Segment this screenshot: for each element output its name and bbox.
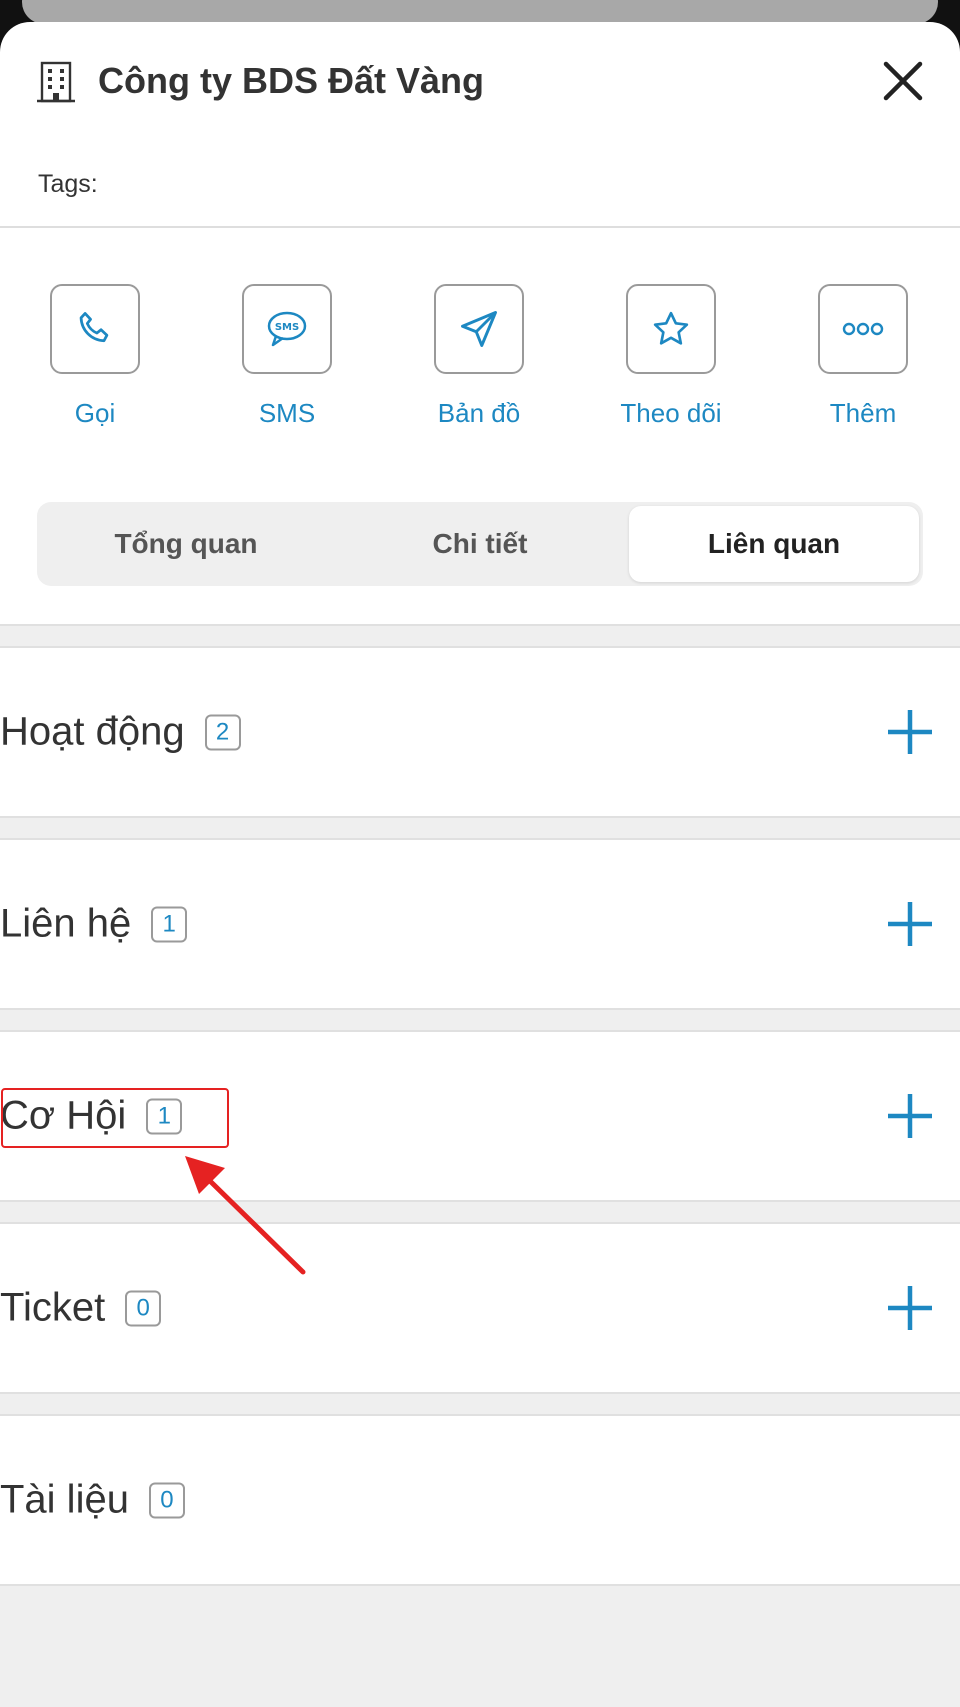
section-name-wrapper: Ticket 0 bbox=[0, 1285, 162, 1331]
section-label: Ticket bbox=[0, 1285, 106, 1330]
count-badge: 2 bbox=[204, 714, 241, 750]
svg-text:SMS: SMS bbox=[275, 322, 299, 333]
follow-label: Theo dõi bbox=[620, 398, 722, 428]
section-label: Liên hệ bbox=[0, 901, 132, 946]
section-separator bbox=[0, 1008, 960, 1032]
section-name-wrapper: Hoạt động 2 bbox=[0, 710, 241, 755]
more-label: Thêm bbox=[829, 398, 897, 428]
tags-label: Tags: bbox=[38, 170, 98, 198]
sms-label: SMS bbox=[258, 398, 316, 428]
add-icon[interactable] bbox=[886, 1284, 934, 1332]
add-icon[interactable] bbox=[886, 708, 934, 756]
navigation-icon bbox=[461, 311, 497, 347]
section-label: Tài liệu bbox=[0, 1477, 129, 1522]
count-badge: 0 bbox=[148, 1482, 185, 1518]
close-icon[interactable] bbox=[880, 58, 926, 104]
call-button-box bbox=[50, 284, 140, 374]
tab-details[interactable]: Chi tiết bbox=[335, 506, 625, 582]
section-separator bbox=[0, 624, 960, 648]
annotation-highlight-box bbox=[1, 1088, 229, 1148]
section-separator bbox=[0, 1392, 960, 1416]
map-button-box bbox=[434, 284, 524, 374]
section-name-wrapper: Tài liệu 0 bbox=[0, 1478, 185, 1523]
map-button[interactable]: Bản đồ bbox=[409, 284, 549, 429]
quick-actions: Gọi SMS SMS Bản đồ Theo dõi Thêm bbox=[0, 284, 960, 464]
bottom-sheet: Công ty BDS Đất Vàng Tags: Gọi SMS SMS B… bbox=[0, 22, 960, 1707]
tab-bar: Tổng quan Chi tiết Liên quan bbox=[37, 502, 923, 586]
add-icon[interactable] bbox=[886, 900, 934, 948]
call-label: Gọi bbox=[74, 398, 116, 428]
map-label: Bản đồ bbox=[437, 398, 521, 428]
count-badge: 1 bbox=[151, 906, 188, 942]
tab-related[interactable]: Liên quan bbox=[629, 506, 919, 582]
section-label: Hoạt động bbox=[0, 709, 185, 754]
sms-icon: SMS bbox=[267, 311, 307, 347]
section-name-wrapper: Liên hệ 1 bbox=[0, 901, 188, 947]
section-row-contacts[interactable]: Liên hệ 1 bbox=[0, 840, 960, 1008]
count-badge: 0 bbox=[125, 1290, 162, 1326]
section-row-activities[interactable]: Hoạt động 2 bbox=[0, 648, 960, 816]
sms-button-box: SMS bbox=[242, 284, 332, 374]
divider bbox=[0, 226, 960, 228]
call-button[interactable]: Gọi bbox=[25, 284, 165, 429]
sheet-header: Công ty BDS Đất Vàng bbox=[0, 22, 960, 142]
follow-button-box bbox=[626, 284, 716, 374]
star-icon bbox=[653, 311, 689, 345]
drag-handle-bar[interactable] bbox=[22, 0, 938, 24]
tab-overview[interactable]: Tổng quan bbox=[41, 506, 331, 582]
follow-button[interactable]: Theo dõi bbox=[601, 284, 741, 429]
more-button[interactable]: Thêm bbox=[793, 284, 933, 429]
more-button-box bbox=[818, 284, 908, 374]
more-icon bbox=[842, 322, 884, 336]
page-title: Công ty BDS Đất Vàng bbox=[98, 60, 485, 101]
section-separator bbox=[0, 1200, 960, 1224]
add-icon[interactable] bbox=[886, 1092, 934, 1140]
annotation-arrow-icon bbox=[185, 1156, 306, 1275]
section-row-ticket[interactable]: Ticket 0 bbox=[0, 1224, 960, 1392]
building-icon bbox=[37, 61, 75, 103]
section-row-documents[interactable]: Tài liệu 0 bbox=[0, 1416, 960, 1584]
sms-button[interactable]: SMS SMS bbox=[217, 284, 357, 429]
bottom-area bbox=[0, 1584, 960, 1707]
phone-icon bbox=[79, 312, 109, 343]
section-separator bbox=[0, 816, 960, 840]
